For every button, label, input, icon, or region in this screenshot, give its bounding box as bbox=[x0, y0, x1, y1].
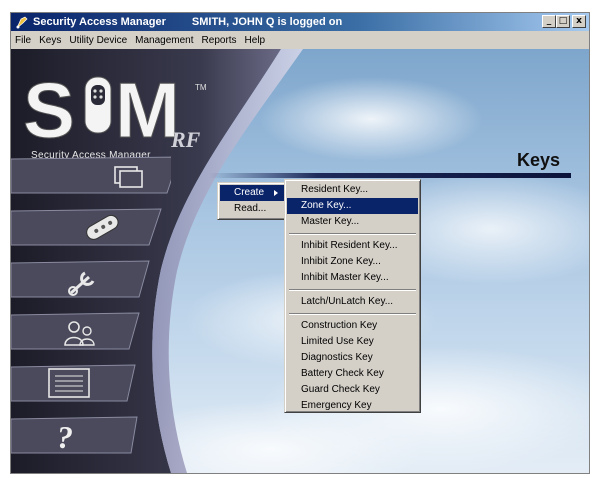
menu-item-master-key[interactable]: Master Key... bbox=[287, 214, 418, 230]
menu-item-construction-key[interactable]: Construction Key bbox=[287, 318, 418, 334]
sim-logo: S M RF TM Security Access Manager bbox=[23, 63, 213, 162]
menu-item-create-label: Create bbox=[234, 187, 265, 198]
menu-keys[interactable]: Keys bbox=[35, 35, 65, 46]
menu-item-resident-key[interactable]: Resident Key... bbox=[287, 182, 418, 198]
main-area: S M RF TM Security Access Manager ? Keys… bbox=[11, 49, 589, 473]
help-icon: ? bbox=[57, 419, 73, 455]
menu-reports[interactable]: Reports bbox=[198, 35, 241, 46]
menu-item-inhibit-resident-key[interactable]: Inhibit Resident Key... bbox=[287, 238, 418, 254]
maximize-button[interactable]: □ bbox=[556, 15, 570, 28]
window-title: Security Access Manager bbox=[33, 16, 166, 28]
menu-separator bbox=[287, 230, 418, 238]
menu-separator bbox=[287, 310, 418, 318]
app-window: Security Access Manager SMITH, JOHN Q is… bbox=[10, 12, 590, 474]
nav-button-folders[interactable] bbox=[11, 155, 171, 195]
keys-dropdown: Create Read... bbox=[217, 182, 287, 220]
minimize-button[interactable]: _ bbox=[542, 15, 556, 28]
menu-item-inhibit-master-key[interactable]: Inhibit Master Key... bbox=[287, 270, 418, 286]
menu-item-battery-check-key[interactable]: Battery Check Key bbox=[287, 366, 418, 382]
nav-button-keys[interactable] bbox=[11, 207, 171, 247]
menu-management[interactable]: Management bbox=[131, 35, 197, 46]
submenu-arrow-icon bbox=[274, 190, 278, 196]
nav-button-users[interactable] bbox=[11, 311, 171, 351]
svg-text:S: S bbox=[23, 66, 75, 153]
menu-item-emergency-key[interactable]: Emergency Key bbox=[287, 398, 418, 414]
page-title: Keys bbox=[517, 150, 561, 170]
menu-file[interactable]: File bbox=[11, 35, 35, 46]
close-button[interactable]: x bbox=[572, 15, 586, 28]
logged-on-status: SMITH, JOHN Q is logged on bbox=[191, 16, 343, 28]
title-rule bbox=[209, 173, 571, 178]
menu-item-guard-check-key[interactable]: Guard Check Key bbox=[287, 382, 418, 398]
menu-item-inhibit-zone-key[interactable]: Inhibit Zone Key... bbox=[287, 254, 418, 270]
nav-button-help[interactable]: ? bbox=[11, 415, 171, 455]
svg-text:RF: RF bbox=[170, 127, 201, 152]
menu-utility-device[interactable]: Utility Device bbox=[65, 35, 131, 46]
menu-help[interactable]: Help bbox=[241, 35, 270, 46]
nav-panel: S M RF TM Security Access Manager ? bbox=[11, 49, 311, 473]
menu-bar: File Keys Utility Device Management Repo… bbox=[11, 31, 589, 49]
title-bar[interactable]: Security Access Manager SMITH, JOHN Q is… bbox=[11, 13, 589, 31]
menu-item-create[interactable]: Create bbox=[220, 185, 284, 201]
create-submenu: Resident Key... Zone Key... Master Key..… bbox=[284, 179, 421, 413]
nav-button-utility[interactable] bbox=[11, 259, 171, 299]
trademark: TM bbox=[195, 83, 207, 92]
menu-item-latch-unlatch-key[interactable]: Latch/UnLatch Key... bbox=[287, 294, 418, 310]
menu-item-diagnostics-key[interactable]: Diagnostics Key bbox=[287, 350, 418, 366]
menu-item-zone-key[interactable]: Zone Key... bbox=[287, 198, 418, 214]
nav-button-reports[interactable] bbox=[11, 363, 171, 403]
menu-separator bbox=[287, 286, 418, 294]
app-icon bbox=[14, 15, 30, 29]
menu-item-read[interactable]: Read... bbox=[220, 201, 284, 217]
menu-item-limited-use-key[interactable]: Limited Use Key bbox=[287, 334, 418, 350]
